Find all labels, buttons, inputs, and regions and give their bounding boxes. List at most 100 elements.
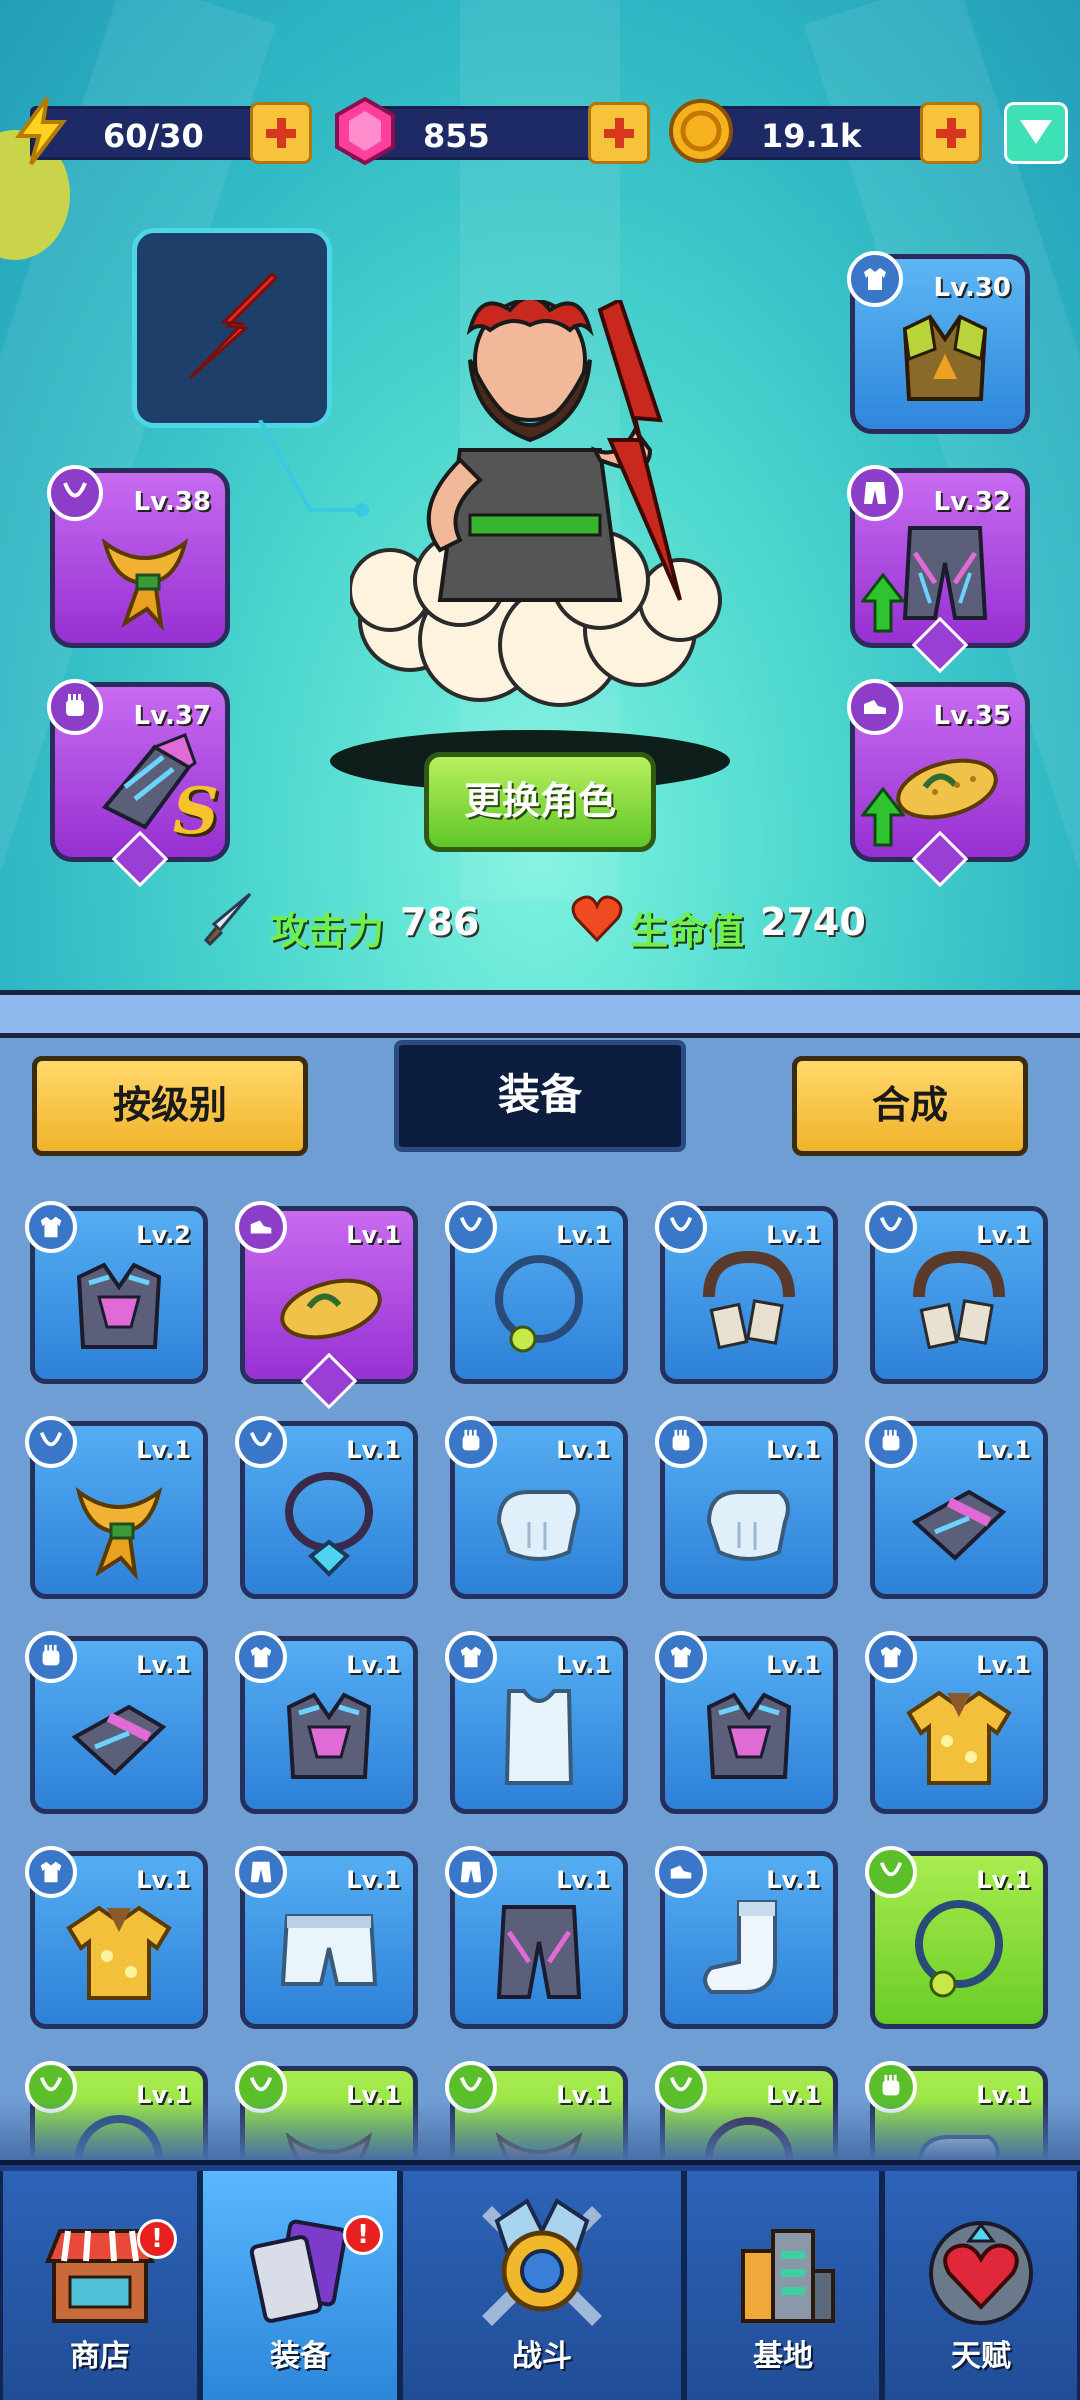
shorts-icon <box>280 1914 378 1986</box>
equipped-slot-pants[interactable]: Lv.32 <box>847 465 1030 674</box>
item-level: Lv.1 <box>346 1221 401 1249</box>
zeus-character[interactable] <box>350 300 730 720</box>
change-character-button[interactable]: 更换角色 <box>424 752 656 852</box>
add-coins-button[interactable] <box>920 102 982 164</box>
item-level: Lv.1 <box>346 1436 401 1464</box>
scarf-icon <box>101 538 189 632</box>
heart-icon <box>570 894 624 948</box>
equipped-slot-glove[interactable]: Lv.37 S <box>47 679 230 888</box>
flip-flop-icon <box>280 1278 382 1340</box>
item-level: Lv.1 <box>136 1651 191 1679</box>
inventory-item[interactable]: Lv.1 <box>235 1846 418 2029</box>
armor-vest-icon <box>706 1692 792 1779</box>
nav-shop-label: 商店 <box>70 2339 130 2374</box>
item-level: Lv.1 <box>976 1436 1031 1464</box>
upgrade-arrow-icon <box>861 787 905 847</box>
armor-icon <box>25 1201 77 1253</box>
merge-button[interactable]: 合成 <box>792 1056 1028 1156</box>
item-level: Lv.1 <box>556 1651 611 1679</box>
nav-talent[interactable]: 天赋 <box>882 2171 1080 2400</box>
inventory-item[interactable]: Lv.1 <box>865 1416 1048 1599</box>
item-level: Lv.1 <box>766 1866 821 1894</box>
scarf-icon <box>75 1487 163 1581</box>
lightning-icon <box>172 266 292 390</box>
item-level: Lv.1 <box>976 1866 1031 1894</box>
pants-icon <box>445 1846 497 1898</box>
inventory-item[interactable]: Lv.1 <box>445 1201 628 1384</box>
inventory-item[interactable]: Lv.1 <box>445 1631 628 1814</box>
item-level: Lv.2 <box>136 1221 191 1249</box>
inventory-item[interactable]: Lv.1 <box>235 1201 418 1410</box>
grade-s-badge: S <box>172 774 219 849</box>
panel-divider <box>0 990 1080 1038</box>
inventory-item[interactable]: Lv.1 <box>235 1631 418 1814</box>
nav-shop[interactable]: ! 商店 <box>0 2171 200 2400</box>
inventory-item[interactable]: Lv.1 <box>25 1846 208 2029</box>
pants-icon <box>235 1846 287 1898</box>
shield-icon <box>1018 116 1054 150</box>
inventory-item[interactable]: Lv.1 <box>865 1631 1048 1814</box>
armor-vest-icon <box>286 1692 372 1779</box>
tag-necklace-icon <box>913 1250 1005 1350</box>
inventory-item[interactable]: Lv.1 <box>655 1631 838 1814</box>
item-level: Lv.1 <box>556 1221 611 1249</box>
necklace-icon <box>865 1201 917 1253</box>
inventory-item[interactable]: Lv.1 <box>655 1201 838 1384</box>
inventory-item[interactable]: Lv.1 <box>655 1416 838 1599</box>
inventory-item[interactable]: Lv.1 <box>445 1416 628 1599</box>
necklace-icon <box>235 1416 287 1468</box>
inventory-item[interactable]: Lv.2 <box>25 1201 208 1384</box>
add-energy-button[interactable] <box>250 102 312 164</box>
equipped-slot-armor[interactable]: Lv.30 <box>847 251 1030 434</box>
sort-by-level-button[interactable]: 按级别 <box>32 1056 308 1156</box>
upgrade-arrow-icon <box>861 573 905 633</box>
nav-base[interactable]: 基地 <box>684 2171 882 2400</box>
inventory-item[interactable]: Lv.1 <box>865 1201 1048 1384</box>
nav-battle-label: 战斗 <box>512 2339 572 2374</box>
hp-value: 2740 <box>760 900 866 944</box>
bottom-nav: ! 商店 ! 装备 战斗 基地 天赋 <box>0 2160 1080 2400</box>
necklace-icon <box>865 1846 917 1898</box>
inventory-item[interactable]: Lv.1 <box>25 1631 208 1814</box>
armor-icon <box>445 1631 497 1683</box>
pendant-necklace-icon <box>495 1255 583 1353</box>
hero-panel: 60/30 855 19.1k Lv.38 Lv.37 S 更换角色 Lv.30… <box>0 0 1080 990</box>
glove-icon <box>25 1631 77 1683</box>
white-glove-icon <box>706 1490 790 1561</box>
white-glove-icon <box>496 1490 580 1561</box>
inventory-item[interactable]: Lv.1 <box>655 1846 838 2029</box>
inventory-item[interactable]: Lv.1 <box>25 1416 208 1599</box>
add-gems-button[interactable] <box>588 102 650 164</box>
hp-label: 生命值 <box>630 909 745 953</box>
equipped-slot-shoe[interactable]: Lv.35 <box>847 679 1030 888</box>
item-level: Lv.1 <box>346 1651 401 1679</box>
inventory-item[interactable]: Lv.1 <box>865 1846 1048 2029</box>
tab-equipment[interactable]: 装备 <box>394 1040 686 1152</box>
nav-talent-label: 天赋 <box>951 2339 1011 2374</box>
gem-necklace-icon <box>285 1472 373 1577</box>
skill-slot[interactable] <box>132 228 332 428</box>
shield-button[interactable] <box>1004 102 1068 164</box>
necklace-icon <box>445 1201 497 1253</box>
talent-heart-icon <box>929 2221 1033 2325</box>
armor-vest-icon <box>76 1262 162 1349</box>
armor-icon <box>235 1631 287 1683</box>
attack-value: 786 <box>400 900 480 944</box>
nav-battle[interactable]: 战斗 <box>400 2171 684 2400</box>
item-level: Lv.1 <box>136 1866 191 1894</box>
item-level: Lv.1 <box>766 1436 821 1464</box>
shop-notification-badge: ! <box>137 2219 177 2259</box>
necklace-icon <box>655 1201 707 1253</box>
inventory-item[interactable]: Lv.1 <box>235 1416 418 1599</box>
coin-value: 19.1k <box>761 117 862 155</box>
hawaiian-shirt-icon <box>66 1905 172 2000</box>
tank-top-icon <box>504 1689 574 1785</box>
energy-value: 60/30 <box>103 117 204 155</box>
equipped-slot-necklace[interactable]: Lv.38 <box>47 465 230 648</box>
nav-equipment[interactable]: ! 装备 <box>200 2171 400 2400</box>
inventory-item[interactable]: Lv.1 <box>445 1846 628 2029</box>
inventory-panel: 按级别 装备 合成 Lv.2 Lv.1 Lv.1 Lv.1 Lv.1 Lv.1 Lv.1 Lv… <box>0 1038 1080 2160</box>
item-level: Lv.1 <box>976 1651 1031 1679</box>
necklace-icon <box>25 1416 77 1468</box>
armor-vest-icon <box>902 314 988 401</box>
